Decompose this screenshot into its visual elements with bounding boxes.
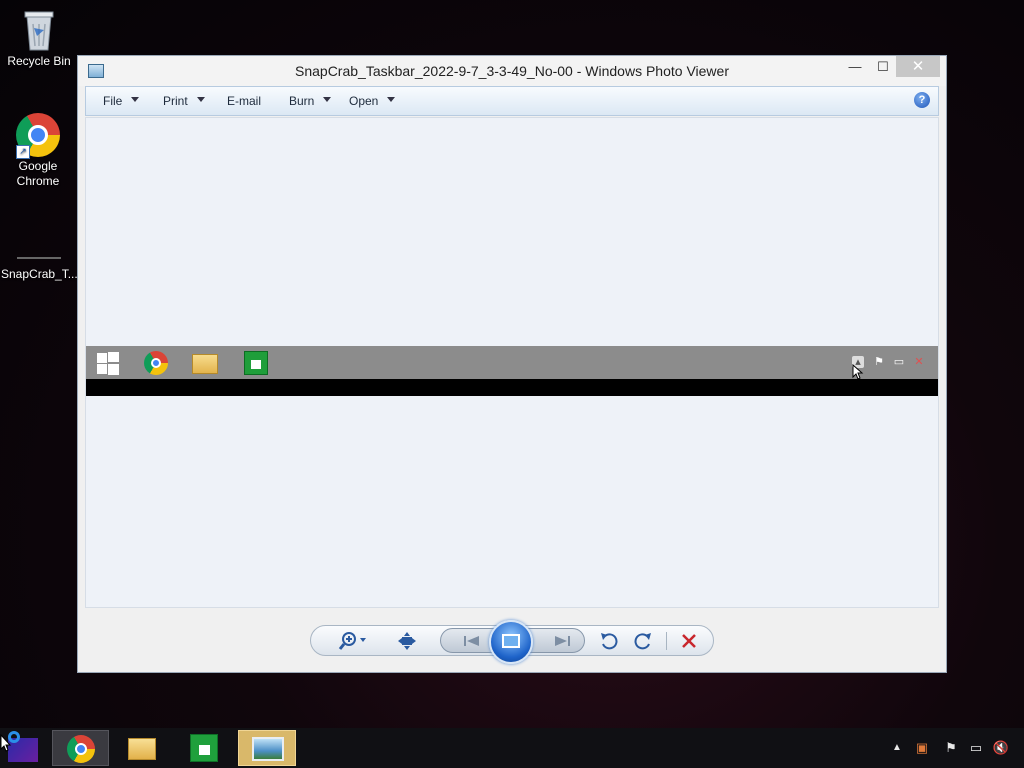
menu-file[interactable]: File [103,94,140,108]
chevron-down-icon [196,97,205,103]
delete-icon [682,634,696,648]
menu-print[interactable]: Print [163,94,205,108]
menu-burn-label: Burn [289,94,315,108]
mouse-cursor-icon [0,734,12,752]
mouse-cursor-icon [852,364,864,380]
delete-button[interactable] [677,630,701,652]
flag-icon: ⚑ [874,356,884,368]
shortcut-arrow-icon: ↗ [16,145,30,159]
rotate-counterclockwise-button[interactable] [597,630,621,652]
title-bar[interactable]: SnapCrab_Taskbar_2022-9-7_3-3-49_No-00 -… [78,56,946,86]
start-button[interactable] [0,730,44,766]
displayed-image-taskbar-screenshot: ▴ ⚑ ▭ ✕ [86,346,938,396]
minimize-button[interactable]: — [842,56,868,77]
zoom-icon [338,632,366,650]
photo-viewer-icon [252,737,284,761]
chevron-down-icon [387,97,396,103]
taskbar-photo-viewer[interactable] [238,730,296,766]
rotate-clockwise-icon [634,633,651,650]
desktop-icon-google-chrome[interactable]: ↗ Google Chrome [0,113,76,189]
menu-file-label: File [103,94,123,108]
rotate-counterclockwise-icon [601,633,618,650]
help-icon[interactable]: ? [914,92,930,108]
close-button[interactable]: ✕ [896,56,940,77]
desktop-icon-recycle-bin[interactable]: Recycle Bin [1,8,77,69]
chevron-down-icon [131,97,140,103]
actual-size-button[interactable] [395,630,419,652]
photo-viewer-window: SnapCrab_Taskbar_2022-9-7_3-3-49_No-00 -… [77,55,947,673]
network-icon[interactable]: ▭ [966,738,986,758]
folder-icon [192,354,218,374]
menu-email-label: E-mail [227,94,262,108]
image-file-thumbnail-icon [17,257,61,259]
image-taskbar-strip: ▴ ⚑ ▭ ✕ [86,346,938,379]
network-icon: ▭ [893,356,905,368]
divider [666,632,667,650]
window-title: SnapCrab_Taskbar_2022-9-7_3-3-49_No-00 -… [295,63,729,79]
action-center-flag-icon[interactable]: ⚑ [942,738,960,758]
command-bar: File Print E-mail Burn Open ? [85,86,939,116]
windows-logo-icon [96,351,120,375]
desktop-icon-label: Google Chrome [16,159,60,188]
desktop-icon-label: SnapCrab_T... [1,267,78,281]
slideshow-button[interactable] [489,620,533,664]
chrome-icon [67,735,95,763]
notification-icon[interactable]: ▣ [912,738,932,758]
actual-size-icon [398,632,416,650]
previous-icon [464,636,479,646]
store-icon [244,351,268,375]
volume-muted-icon[interactable]: 🔇 [990,738,1012,758]
previous-button[interactable] [457,630,487,652]
volume-muted-icon: ✕ [914,356,924,368]
show-hidden-icons-button[interactable]: ▲ [890,738,904,758]
image-black-strip [86,379,938,396]
taskbar-store[interactable] [176,730,233,766]
chrome-icon [144,351,168,375]
viewer-control-bar [310,620,714,664]
menu-open[interactable]: Open [349,94,396,108]
taskbar-chrome[interactable] [52,730,109,766]
desktop-icon-label: Recycle Bin [7,54,71,68]
chevron-down-icon [323,97,332,103]
menu-email[interactable]: E-mail [227,94,261,108]
taskbar: ▲ ▣ ⚑ ▭ 🔇 [0,728,1024,768]
store-icon [190,734,218,762]
desktop-icon-snapcrab-file[interactable]: SnapCrab_T... [1,257,78,282]
image-viewing-area[interactable]: ▴ ⚑ ▭ ✕ [85,117,939,608]
next-icon [555,636,570,646]
zoom-button[interactable] [338,630,368,652]
maximize-button[interactable]: ☐ [870,56,896,77]
menu-burn[interactable]: Burn [289,94,332,108]
rotate-clockwise-button[interactable] [631,630,655,652]
menu-print-label: Print [163,94,188,108]
menu-open-label: Open [349,94,379,108]
next-button[interactable] [547,630,577,652]
recycle-bin-icon [23,8,55,52]
chrome-icon: ↗ [16,113,60,159]
taskbar-file-explorer[interactable] [114,730,171,766]
folder-icon [128,738,156,760]
